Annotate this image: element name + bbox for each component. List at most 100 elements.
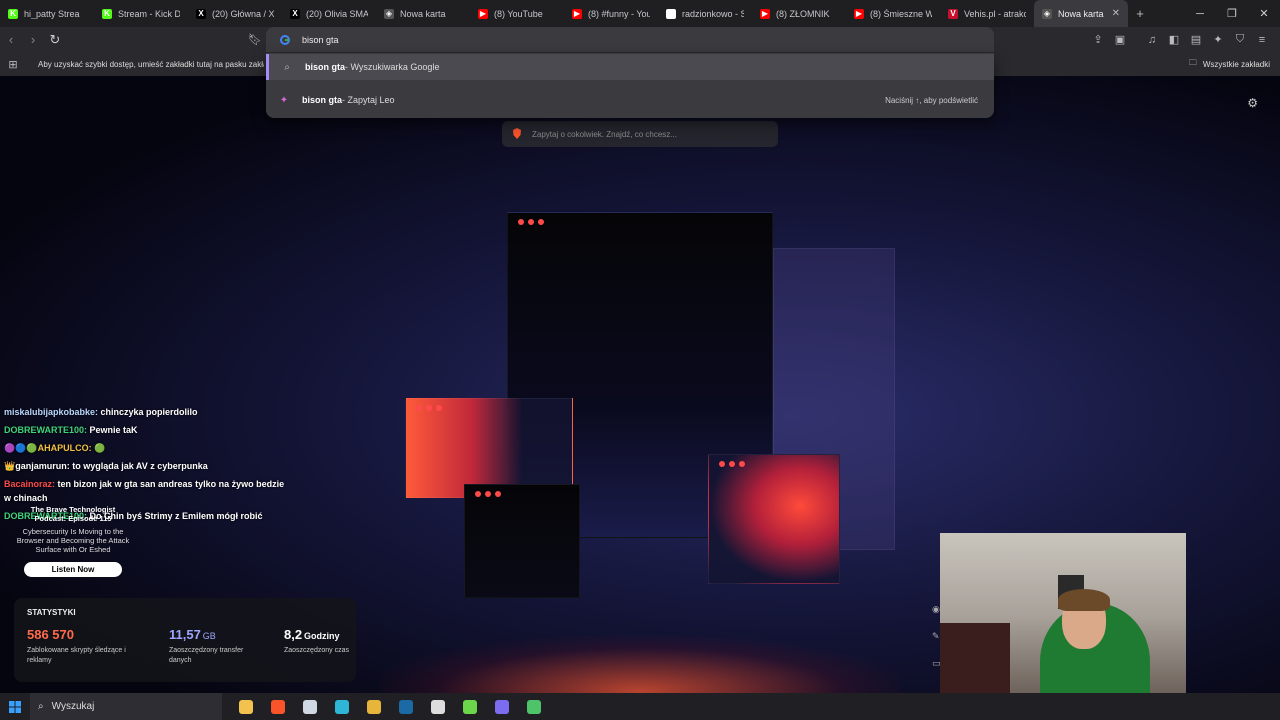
window-dots [518,219,544,225]
close-tab-icon[interactable]: ✕ [1112,8,1120,19]
promo-title: The Brave Technologist [30,505,116,514]
wallet-icon[interactable]: ▤ [1186,30,1206,50]
tab[interactable]: ▶ (8) Śmieszne Wp [846,0,940,27]
tab-label: (8) YouTube [494,8,543,19]
chat-text: chinczyka popierdolilo [98,407,198,417]
chat-username: DOBREWARTE100: [4,425,88,435]
bookmark-icon[interactable]: 🔖︎ [246,29,264,49]
tab[interactable]: ▶ (8) #funny - YouT [564,0,658,27]
youtube-icon: ▶ [478,8,488,19]
stat-label: Zaoszczędzony czas [284,647,349,654]
share-icon[interactable]: ⇪ [1088,30,1108,50]
stat-bandwidth: 11,57 GB Zaoszczędzony transfer danych [169,628,259,666]
promo-body: Cybersecurity Is Moving to the Browser a… [16,527,130,554]
gear-icon[interactable]: ⚙ [1247,96,1258,110]
screen: { "browser": { "tabs": [ {"label": "hi_p… [0,0,1280,720]
tab[interactable]: ◈ Nowa karta [376,0,470,27]
ask-anything-bar[interactable]: Zapytaj o cokolwiek. Znajdź, co chcesz..… [502,121,778,147]
tab[interactable]: X (20) Główna / X [188,0,282,27]
address-bar[interactable] [266,27,994,53]
restore-icon[interactable]: ❐ [1216,0,1248,27]
taskbar-search-label: Wyszukaj [51,701,95,712]
forward-icon[interactable]: › [22,29,44,51]
reload-icon[interactable]: ↻ [44,29,66,51]
tab-label: (8) Śmieszne Wp [870,8,932,19]
shield-icon[interactable]: ⛉ [1230,30,1250,50]
streamer-hair [1058,589,1110,611]
youtube-icon: ▶ [854,8,864,19]
stat-time: 8,2 Godziny Zaoszczędzony czas [284,627,350,656]
steam-icon[interactable] [390,693,422,720]
sidebar-icon[interactable]: ◧ [1164,30,1184,50]
search-icon: ⌕ [284,61,290,73]
x-icon: X [290,8,300,19]
chat-message: miskalubijapkobabke: chinczyka popierdol… [0,403,290,421]
leo-ai-icon[interactable]: ✦ [1208,30,1228,50]
media-icon[interactable] [454,693,486,720]
brave-shield-icon: ◈ [384,8,394,19]
stat-unit: GB [202,631,216,641]
listen-now-button[interactable]: Listen Now [24,562,122,577]
youtube-icon: ▶ [760,8,770,19]
tab-label: Nowa karta [1058,8,1104,19]
omnibox-suggestions: ⌕ bison gta - Wyszukiwarka Google ✦ biso… [266,53,994,118]
tab-strip: Khi_patty StreaKStream - Kick DasX(20) G… [0,0,1280,27]
search-icon: ⌕ [38,701,44,712]
minimize-icon[interactable]: ─ [1184,0,1216,27]
chat-username: ganjamurun: [15,461,70,471]
tab[interactable]: ▶ (8) ZŁOMNIK [752,0,846,27]
stats-widget: STATYSTYKI 586 570 Zablokowane skrypty ś… [14,598,356,682]
podcast-promo: The Brave Technologist Podcast: Episode … [12,505,134,577]
address-input[interactable] [302,35,902,45]
obs-icon[interactable] [422,693,454,720]
suggestion-query: bison gta [305,62,345,72]
game-icon[interactable] [518,693,550,720]
suggestion-source: - Zapytaj Leo [342,95,395,105]
tab-label: (20) Główna / X [212,8,274,19]
tab[interactable]: V Vehis.pl - atrakcy [940,0,1034,27]
tab-label: Vehis.pl - atrakcy [964,8,1026,19]
window-dots [719,461,745,467]
promo-subtitle: Podcast: Episode 115 [34,514,112,523]
menu-icon[interactable]: ≡ [1252,30,1272,50]
all-bookmarks-button[interactable]: 🗀 Wszystkie zakładki [1189,52,1270,76]
chat-message: 👑ganjamurun: to wygląda jak AV z cyberpu… [0,457,290,475]
tab-label: Stream - Kick Das [118,8,180,19]
music-icon[interactable]: ♫ [1142,30,1162,50]
folder-icon: 🗀 [1188,58,1197,67]
window-panel [405,398,573,498]
close-window-icon[interactable]: ✕ [1248,0,1280,27]
chrome-icon[interactable] [358,693,390,720]
file-explorer-icon[interactable] [230,693,262,720]
stat-value: 8,2 [284,627,303,642]
discord-icon[interactable] [486,693,518,720]
store-icon[interactable] [294,693,326,720]
kick-icon: K [8,8,18,19]
google-icon [280,35,290,45]
new-tab-button[interactable]: + [1128,0,1152,27]
edge-icon[interactable] [326,693,358,720]
webcam-overlay [940,533,1186,720]
brave-shield-icon: ◈ [1042,8,1052,19]
tab[interactable]: Gradzionkowo - S [658,0,752,27]
apps-grid-icon[interactable]: ⊞ [0,58,26,71]
stats-title: STATYSTYKI [27,608,76,617]
tab[interactable]: K Stream - Kick Das [94,0,188,27]
windows-start-icon[interactable] [0,693,30,720]
back-icon[interactable]: ‹ [0,29,22,51]
chat-text: to wygląda jak AV z cyberpunka [69,461,208,471]
all-bookmarks-label: Wszystkie zakładki [1202,59,1270,69]
screenshot-icon[interactable]: ▣ [1110,30,1130,50]
brave-icon[interactable] [262,693,294,720]
suggestion-google[interactable]: ⌕ bison gta - Wyszukiwarka Google [266,54,994,80]
tab[interactable]: X (20) Olivia SMArt [282,0,376,27]
tab[interactable]: Khi_patty Strea [0,0,94,27]
chat-badges: 👑 [4,461,16,471]
window-panel [464,484,580,598]
tab[interactable]: ◈ Nowa karta ✕ [1034,0,1128,27]
bookmarks-hint: Aby uzyskać szybki dostęp, umieść zakład… [38,59,264,69]
suggestion-leo[interactable]: ✦ bison gta - Zapytaj Leo Naciśnij ↑, ab… [266,87,994,113]
tab[interactable]: ▶ (8) YouTube [470,0,564,27]
window-dots [416,405,442,411]
taskbar-search[interactable]: ⌕ Wyszukaj [30,693,222,720]
